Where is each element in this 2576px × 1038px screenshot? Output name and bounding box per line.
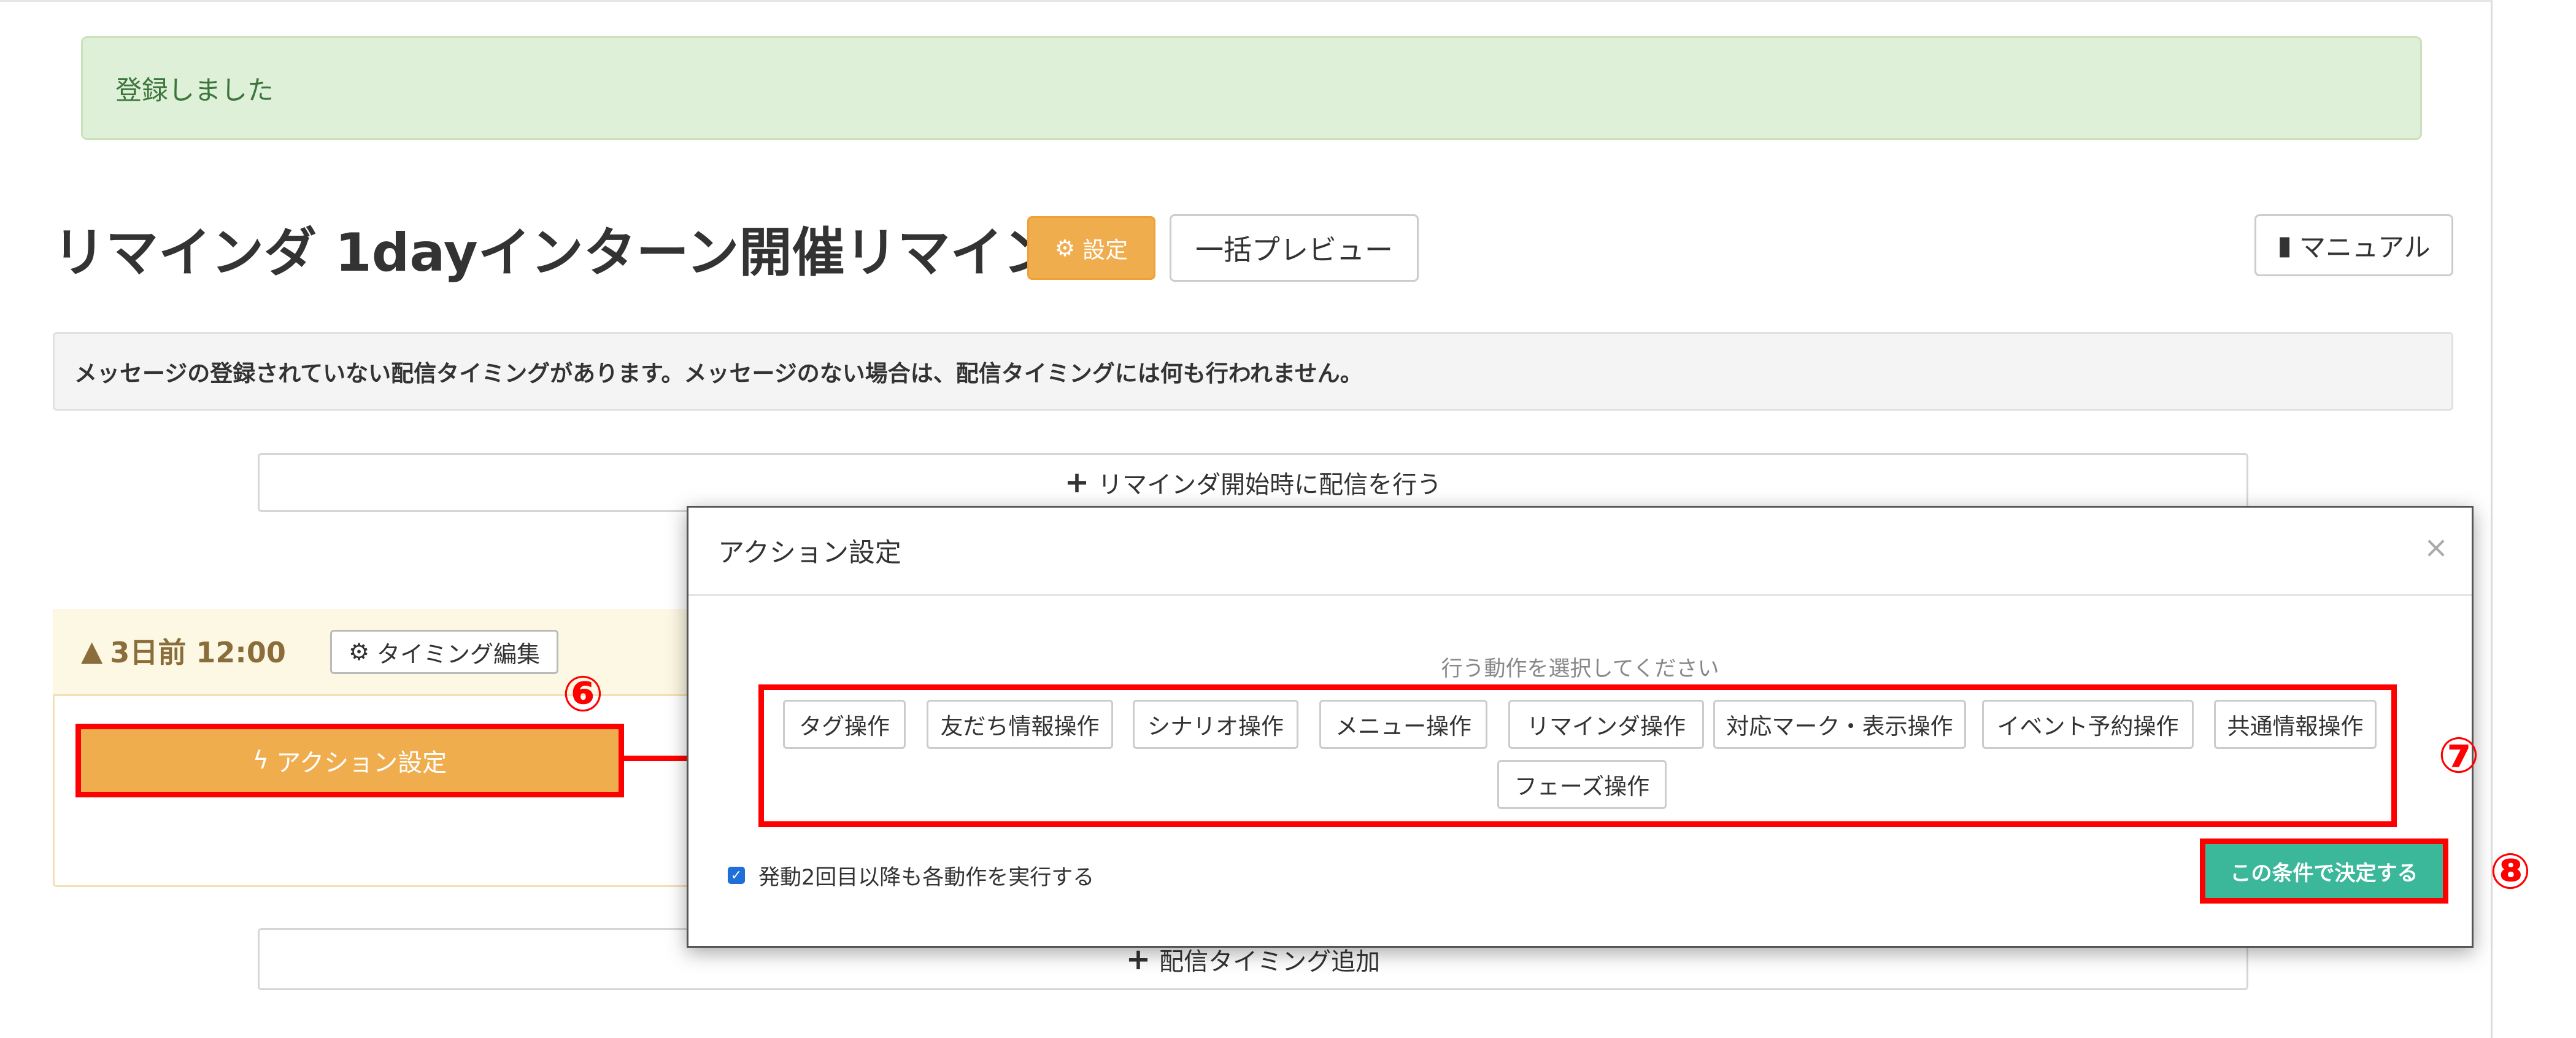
decide-button[interactable]: この条件で決定する xyxy=(2200,839,2448,904)
bolt-icon: ϟ xyxy=(252,746,269,775)
plus-icon: + xyxy=(1064,465,1090,500)
manual-button[interactable]: ▮ マニュアル xyxy=(2254,214,2453,276)
modal-title: アクション設定 xyxy=(718,538,901,568)
modal-hint: 行う動作を選択してください xyxy=(1441,656,1719,681)
action-chip[interactable]: リマインダ操作 xyxy=(1508,700,1704,749)
timing-label: ▲ 3日前 12:00 xyxy=(81,629,286,673)
repeat-label: 発動2回目以降も各動作を実行する xyxy=(758,865,1095,890)
warning-text: メッセージの登録されていない配信タイミングがあります。メッセージのない場合は、配… xyxy=(74,360,1363,387)
success-alert: 登録しました xyxy=(81,36,2422,140)
repeat-checkbox[interactable]: ✓ xyxy=(728,867,745,884)
timing-edit-button[interactable]: ⚙ タイミング編集 xyxy=(330,630,558,674)
page-title: リマインダ 1dayインターン開催リマインド xyxy=(53,222,1109,284)
gear-icon: ⚙ xyxy=(348,638,370,665)
bulk-preview-label: 一括プレビュー xyxy=(1195,233,1393,266)
warning-message: メッセージの登録されていない配信タイミングがあります。メッセージのない場合は、配… xyxy=(53,332,2453,411)
timing-edit-label: タイミング編集 xyxy=(377,640,541,668)
warning-triangle-icon: ▲ xyxy=(81,634,103,667)
annotation-7: ⑦ xyxy=(2438,726,2480,784)
start-delivery-button[interactable]: + リマインダ開始時に配信を行う xyxy=(258,453,2248,512)
manual-label: マニュアル xyxy=(2299,232,2431,263)
action-chip[interactable]: フェーズ操作 xyxy=(1497,760,1667,809)
action-chip[interactable]: イベント予約操作 xyxy=(1982,700,2194,749)
alert-text: 登録しました xyxy=(115,75,274,106)
repeat-option[interactable]: ✓ 発動2回目以降も各動作を実行する xyxy=(728,857,1094,894)
action-chip[interactable]: 共通情報操作 xyxy=(2214,700,2377,749)
gear-icon: ⚙ xyxy=(1054,234,1076,261)
decide-label: この条件で決定する xyxy=(2230,861,2418,886)
modal-divider xyxy=(688,594,2472,596)
action-chip[interactable]: シナリオ操作 xyxy=(1133,700,1298,749)
action-chip[interactable]: 対応マーク・表示操作 xyxy=(1713,700,1966,749)
action-chip[interactable]: タグ操作 xyxy=(783,700,906,749)
timing-label-text: 3日前 12:00 xyxy=(110,636,286,669)
action-settings-label: アクション設定 xyxy=(276,749,447,777)
start-delivery-label: リマインダ開始時に配信を行う xyxy=(1098,471,1442,499)
action-settings-button[interactable]: ϟ アクション設定 xyxy=(75,724,624,797)
action-chip[interactable]: 友だち情報操作 xyxy=(927,700,1113,749)
settings-label: 設定 xyxy=(1082,237,1128,263)
book-icon: ▮ xyxy=(2277,230,2292,261)
bulk-preview-button[interactable]: 一括プレビュー xyxy=(1170,214,1419,282)
annotation-8: ⑧ xyxy=(2489,842,2531,900)
close-icon[interactable]: × xyxy=(2418,529,2455,566)
decide-button-face: この条件で決定する xyxy=(2205,844,2443,898)
annotation-6: ⑥ xyxy=(562,665,604,722)
action-chip[interactable]: メニュー操作 xyxy=(1319,700,1487,749)
settings-button[interactable]: ⚙ 設定 xyxy=(1027,216,1155,280)
